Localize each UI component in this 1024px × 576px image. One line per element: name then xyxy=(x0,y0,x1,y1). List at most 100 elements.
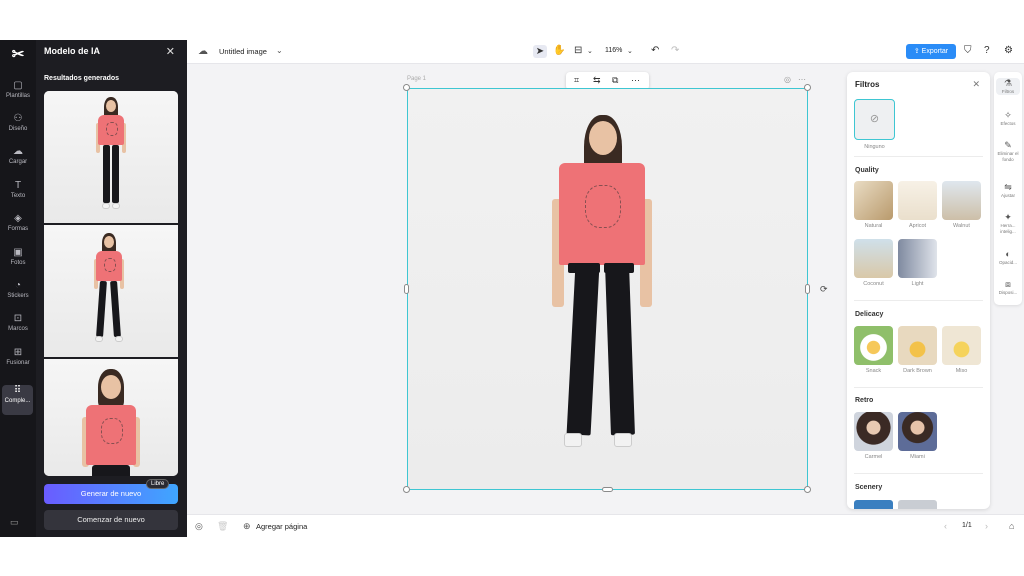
rail-fusionar[interactable]: ⊞ Fusionar xyxy=(0,347,36,377)
keyboard-icon[interactable]: ▭ xyxy=(10,517,24,527)
filter-label: Miso xyxy=(955,368,968,374)
zoom-level[interactable]: 116% xyxy=(605,47,622,54)
section-delicacy: Delicacy xyxy=(855,311,884,318)
next-page-icon[interactable]: › xyxy=(985,521,988,531)
divider xyxy=(854,300,983,301)
tool-smart-tools[interactable]: ✦ Herra... intelig... xyxy=(994,212,1022,235)
tool-disposicion[interactable]: ⧈ Disposi... xyxy=(994,279,1022,296)
more-icon[interactable]: ⋯ xyxy=(631,75,640,86)
filter-carmel[interactable] xyxy=(854,412,893,451)
result-thumbnail[interactable] xyxy=(44,359,178,476)
shield-icon[interactable]: ⛉ xyxy=(964,45,972,56)
crop-icon[interactable]: ⌗ xyxy=(574,75,579,86)
resize-handle[interactable] xyxy=(403,486,410,493)
layout-icon[interactable]: ⊟ xyxy=(574,45,582,56)
model-figure xyxy=(96,97,126,221)
rail-plantillas[interactable]: ▢ Plantillas xyxy=(0,80,36,110)
model-image[interactable] xyxy=(552,115,652,459)
fullscreen-icon[interactable]: ⌂ xyxy=(1009,521,1014,531)
prev-page-icon[interactable]: ‹ xyxy=(944,521,947,531)
add-page-icon[interactable]: ⊕ xyxy=(243,521,251,532)
left-rail: ✂ ▢ Plantillas ⚇ Diseño ☁ Cargar T Texto ◈ Fo… xyxy=(0,40,36,537)
add-page-button[interactable]: Agregar página xyxy=(256,522,307,531)
template-icon: ▢ xyxy=(13,80,23,91)
filter-label: Natural xyxy=(864,223,883,229)
hand-icon[interactable]: ✋ xyxy=(553,45,565,56)
rail-fotos[interactable]: ▣ Fotos xyxy=(0,247,36,277)
chevron-down-icon[interactable]: ⌄ xyxy=(276,46,283,55)
resize-handle[interactable] xyxy=(804,486,811,493)
redo-icon[interactable]: ↷ xyxy=(671,45,679,56)
shapes-icon: ◈ xyxy=(14,213,22,224)
filter-dark-brown[interactable] xyxy=(898,326,937,365)
divider xyxy=(854,387,983,388)
duplicate-page-icon[interactable]: ◎ xyxy=(784,75,791,84)
filter-walnut[interactable] xyxy=(942,181,981,220)
photos-icon: ▣ xyxy=(13,247,23,258)
resize-handle[interactable] xyxy=(403,84,410,91)
rail-marcos[interactable]: ⊡ Marcos xyxy=(0,313,36,343)
free-badge: Libre xyxy=(146,479,170,489)
filters-panel: Filtros ✕ ⊘ Ninguno Quality Natural Apri… xyxy=(847,72,990,509)
document-title[interactable]: Untitled image xyxy=(219,47,267,56)
rail-stickers[interactable]: ◔ Stickers xyxy=(0,280,36,310)
copy-icon[interactable]: ⧉ xyxy=(612,75,618,86)
help-icon[interactable]: ? xyxy=(984,45,990,56)
rail-diseno[interactable]: ⚇ Diseño xyxy=(0,113,36,143)
gear-icon[interactable]: ⚙ xyxy=(1004,45,1013,56)
filter-snack[interactable] xyxy=(854,326,893,365)
rail-texto[interactable]: T Texto xyxy=(0,180,36,210)
bottom-bar: ◎ 🗑 ⊕ Agregar página ‹ 1/1 › ⌂ xyxy=(187,514,1024,537)
tool-ajustar[interactable]: ⇋ Ajustar xyxy=(994,182,1022,199)
tool-opacidad[interactable]: ◐ Opacid... xyxy=(994,249,1022,266)
rail-formas[interactable]: ◈ Formas xyxy=(0,213,36,243)
capcut-logo[interactable]: ✂ xyxy=(6,44,30,66)
model-figure xyxy=(94,233,124,353)
result-thumbnail[interactable] xyxy=(44,91,178,225)
filter-coconut[interactable] xyxy=(854,239,893,278)
resize-handle[interactable] xyxy=(804,84,811,91)
cloud-icon[interactable]: ☁ xyxy=(198,46,208,57)
pointer-icon[interactable]: ➤ xyxy=(533,45,547,58)
opacity-icon: ◐ xyxy=(1005,249,1011,259)
filter-light[interactable] xyxy=(898,239,937,278)
tool-efectos[interactable]: ✧ Efectos xyxy=(994,110,1022,127)
rotate-icon[interactable]: ⟳ xyxy=(820,284,828,295)
filter-miso[interactable] xyxy=(942,326,981,365)
filter-none[interactable]: ⊘ xyxy=(854,99,895,140)
model-figure xyxy=(82,369,140,476)
undo-icon[interactable]: ↶ xyxy=(651,45,659,56)
start-over-button[interactable]: Comenzar de nuevo xyxy=(44,510,178,530)
rail-cargar[interactable]: ☁ Cargar xyxy=(0,146,36,176)
resize-handle[interactable] xyxy=(602,487,613,492)
chevron-down-icon[interactable]: ⌄ xyxy=(587,47,593,55)
resize-handle[interactable] xyxy=(805,284,810,294)
trash-icon[interactable]: 🗑 xyxy=(217,521,228,532)
plugins-icon: ⠿ xyxy=(13,385,22,396)
zoom-chevron-icon[interactable]: ⌄ xyxy=(627,47,633,55)
filter-scenery-1[interactable] xyxy=(854,500,893,509)
close-icon[interactable]: ✕ xyxy=(166,45,175,58)
close-icon[interactable]: ✕ xyxy=(972,79,980,90)
tool-filtros[interactable]: ⚗ Filtros xyxy=(996,78,1020,95)
resize-handle[interactable] xyxy=(404,284,409,294)
filter-label: Apricot xyxy=(908,223,927,229)
filter-label: Walnut xyxy=(953,223,970,229)
export-button[interactable]: ⇪ Exportar xyxy=(906,44,956,59)
top-toolbar: ☁ Untitled image ⌄ ➤ ✋ ⊟ ⌄ 116% ⌄ ↶ ↷ ⇪ … xyxy=(187,40,1024,64)
design-canvas[interactable] xyxy=(407,88,808,490)
frames-icon: ⊡ xyxy=(13,313,23,324)
result-thumbnail[interactable] xyxy=(44,225,178,359)
page-more-icon[interactable]: ⋯ xyxy=(798,75,806,84)
filters-icon: ⚗ xyxy=(1003,78,1013,88)
filter-none-label: Ninguno xyxy=(864,144,885,150)
tool-remove-background[interactable]: ✎ Eliminar el fondo xyxy=(994,140,1022,163)
flip-icon[interactable]: ⇆ xyxy=(593,75,601,86)
rail-complementos[interactable]: ⠿ Comple... xyxy=(2,385,33,415)
filter-natural[interactable] xyxy=(854,181,893,220)
filter-scenery-2[interactable] xyxy=(898,500,937,509)
layers-icon[interactable]: ◎ xyxy=(195,521,203,532)
filter-miami[interactable] xyxy=(898,412,937,451)
filter-apricot[interactable] xyxy=(898,181,937,220)
adjust-icon: ⇋ xyxy=(1004,182,1012,192)
